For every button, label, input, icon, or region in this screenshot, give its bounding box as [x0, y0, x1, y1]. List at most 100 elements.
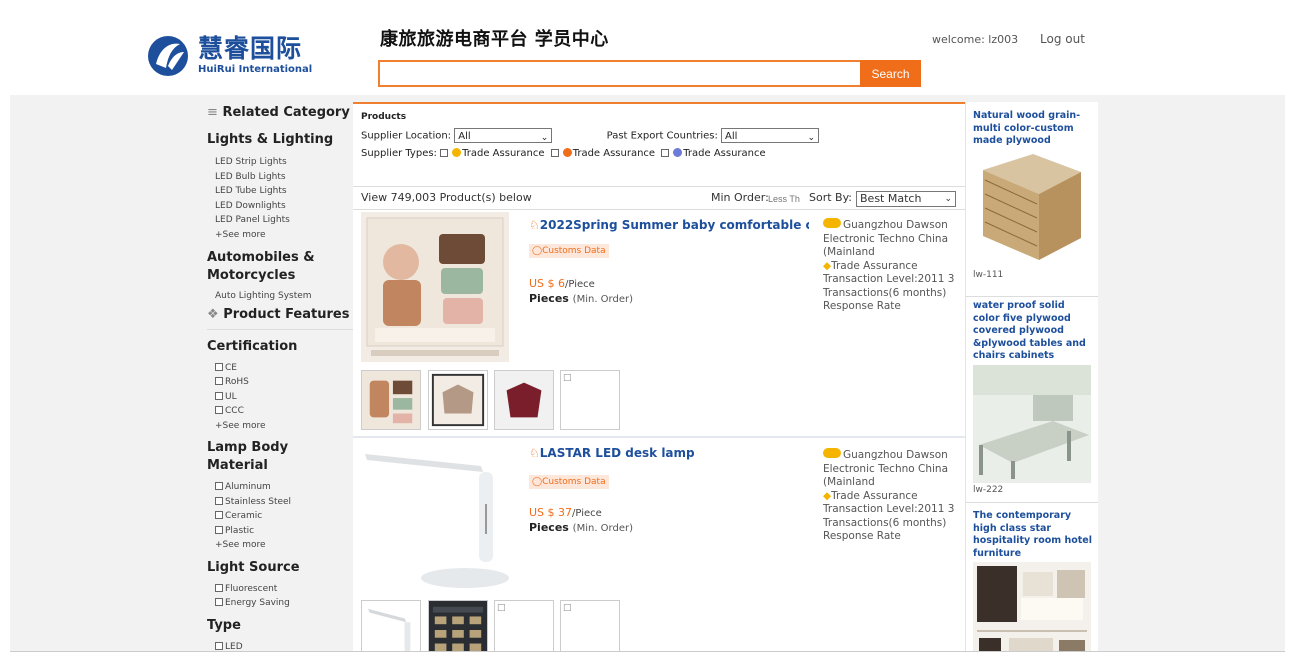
- product-title[interactable]: ♘LASTAR LED desk lamp: [529, 446, 809, 460]
- certification-list: CE RoHS UL CCC: [207, 361, 353, 419]
- certification-see-more[interactable]: +See more: [207, 419, 353, 434]
- ad-card[interactable]: Natural wood grain-multi color-custom ma…: [973, 110, 1093, 280]
- certification-heading: Certification: [207, 338, 298, 354]
- filter-option[interactable]: Fluorescent: [207, 582, 353, 597]
- gold-supplier-icon: [823, 448, 841, 458]
- category-link[interactable]: LED Tube Lights: [207, 184, 353, 199]
- product-price: US $ 37/Piece: [529, 506, 602, 519]
- page-bottom-border: [10, 651, 1285, 652]
- product-thumbnail[interactable]: [361, 370, 421, 430]
- min-order: Pieces (Min. Order): [529, 521, 633, 534]
- supplier-name[interactable]: Guangzhou Dawson Electronic Techno China…: [823, 218, 961, 260]
- product-features-heading: ❖ Product Features: [207, 306, 350, 322]
- ad-card[interactable]: water proof solid color five plywood cov…: [973, 300, 1093, 495]
- ad-title[interactable]: Natural wood grain-multi color-custom ma…: [973, 110, 1093, 148]
- ad-title[interactable]: The contemporary high class star hospita…: [973, 510, 1093, 560]
- ad-image[interactable]: [973, 149, 1091, 268]
- transactions: Transactions(6 months): [823, 516, 947, 529]
- ad-card[interactable]: The contemporary high class star hospita…: [973, 510, 1093, 651]
- search-button[interactable]: Search: [860, 60, 921, 87]
- customs-data-badge[interactable]: ◯Customs Data: [529, 475, 609, 489]
- supplier-types-row: Supplier Types: Trade Assurance Trade As…: [361, 148, 766, 159]
- product-card: □ □ ♘LASTAR LED desk lamp ◯Customs Data …: [353, 438, 965, 651]
- sort-label: Sort By:: [809, 191, 853, 204]
- product-image[interactable]: [361, 444, 509, 594]
- filter-option[interactable]: Aluminum: [207, 480, 353, 495]
- light-source-heading: Light Source: [207, 559, 300, 575]
- filter-checkbox[interactable]: [215, 525, 223, 534]
- type-heading: Type: [207, 617, 241, 633]
- cube-icon: ❖: [207, 306, 219, 322]
- results-toolbar: View 749,003 Product(s) below Min Order:…: [353, 186, 965, 210]
- filter-option[interactable]: CCC: [207, 404, 353, 419]
- divider: [966, 296, 1098, 297]
- category-link[interactable]: LED Bulb Lights: [207, 170, 353, 185]
- filter-option[interactable]: UL: [207, 390, 353, 405]
- crown-icon: ♘: [529, 218, 540, 232]
- min-order: Pieces (Min. Order): [529, 292, 633, 305]
- past-export-select[interactable]: All ⌄: [721, 128, 820, 143]
- site-logo[interactable]: 慧睿国际 HuiRui International: [146, 34, 316, 80]
- product-thumbnail[interactable]: [361, 600, 421, 651]
- min-order-input[interactable]: [768, 191, 806, 206]
- search-input[interactable]: [378, 60, 860, 87]
- category-link[interactable]: LED Downlights: [207, 199, 353, 214]
- search-bar: Search: [378, 60, 921, 87]
- filters: Products Supplier Location: All ⌄ Past E…: [353, 104, 965, 186]
- product-thumbnail-broken[interactable]: □: [494, 600, 554, 651]
- gold-supplier-icon: [452, 148, 462, 157]
- crown-icon: ♘: [529, 446, 540, 460]
- logout-link[interactable]: Log out: [1040, 32, 1085, 46]
- content-area: ≡ Related Category Lights & Lighting LED…: [10, 95, 1285, 651]
- filter-option[interactable]: Energy Saving: [207, 596, 353, 611]
- type-list: LED: [207, 640, 353, 651]
- lamp-see-more[interactable]: +See more: [207, 538, 353, 553]
- location-filter-row: Supplier Location: All ⌄ Past Export Cou…: [361, 128, 957, 146]
- ad-image[interactable]: [973, 364, 1091, 483]
- filter-checkbox[interactable]: [215, 482, 223, 490]
- chevron-down-icon: ⌄: [540, 133, 549, 143]
- filter-option[interactable]: Plastic: [207, 524, 353, 539]
- filter-option[interactable]: CE: [207, 361, 353, 376]
- filter-option[interactable]: RoHS: [207, 375, 353, 390]
- category-link[interactable]: Auto Lighting System: [207, 289, 353, 304]
- filter-checkbox[interactable]: [215, 583, 223, 592]
- sidebar: ≡ Related Category Lights & Lighting LED…: [207, 103, 353, 651]
- ad-title[interactable]: water proof solid color five plywood cov…: [973, 300, 1093, 363]
- filter-checkbox[interactable]: [215, 391, 223, 400]
- trade-assurance-checkbox[interactable]: [440, 149, 449, 157]
- lamp-material-list: Aluminum Stainless Steel Ceramic Plastic: [207, 480, 353, 538]
- trade-assurance-checkbox-3[interactable]: [661, 149, 670, 157]
- product-title[interactable]: ♘2022Spring Summer baby comfortable clot…: [529, 218, 809, 232]
- product-card: □ ♘2022Spring Summer baby comfortable cl…: [353, 210, 965, 438]
- ad-image[interactable]: [973, 562, 1091, 651]
- filter-checkbox[interactable]: [215, 641, 223, 650]
- trade-assurance-checkbox-2[interactable]: [550, 149, 559, 157]
- filter-checkbox[interactable]: [215, 362, 223, 371]
- filter-checkbox[interactable]: [215, 377, 223, 385]
- product-thumbnail-broken[interactable]: □: [560, 600, 620, 651]
- list-icon: ≡: [207, 105, 218, 120]
- filter-option[interactable]: Stainless Steel: [207, 495, 353, 510]
- filter-checkbox[interactable]: [215, 406, 223, 414]
- product-image[interactable]: [361, 212, 509, 362]
- filter-checkbox[interactable]: [215, 598, 223, 606]
- customs-data-badge[interactable]: ◯Customs Data: [529, 244, 609, 258]
- filter-option[interactable]: Ceramic: [207, 509, 353, 524]
- supplier-name[interactable]: Guangzhou Dawson Electronic Techno China…: [823, 448, 961, 490]
- trade-assurance-label: ◆Trade Assurance: [823, 259, 918, 272]
- product-thumbnail[interactable]: [428, 600, 488, 651]
- sort-select[interactable]: Best Match ⌄: [856, 191, 956, 207]
- category-link[interactable]: +See more: [207, 228, 353, 243]
- auto-list: Auto Lighting System: [207, 289, 353, 304]
- broken-image-icon: □: [497, 603, 506, 613]
- product-thumbnail-broken[interactable]: □: [560, 370, 620, 430]
- category-link[interactable]: LED Strip Lights: [207, 155, 353, 170]
- product-thumbnail[interactable]: [494, 370, 554, 430]
- filter-checkbox[interactable]: [215, 511, 223, 519]
- filter-checkbox[interactable]: [215, 496, 223, 505]
- supplier-location-select[interactable]: All ⌄: [454, 128, 553, 143]
- filter-option[interactable]: LED: [207, 640, 353, 651]
- product-thumbnail[interactable]: [428, 370, 488, 430]
- category-link[interactable]: LED Panel Lights: [207, 213, 353, 228]
